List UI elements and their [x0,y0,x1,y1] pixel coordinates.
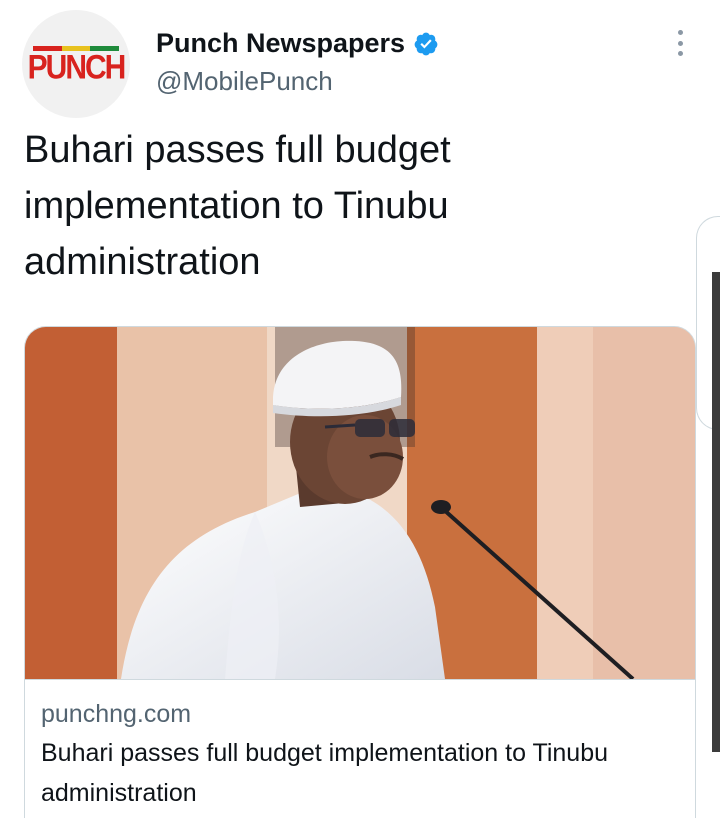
article-photo [25,327,695,679]
card-divider [25,679,695,680]
avatar[interactable]: PUNCH [22,10,130,118]
author-handle[interactable]: @MobilePunch [156,66,333,97]
author-name-row[interactable]: Punch Newspapers [156,28,439,59]
card-domain: punchng.com [41,700,192,728]
scrollbar[interactable] [712,272,720,752]
punch-logo: PUNCH [27,47,127,86]
author-display-name[interactable]: Punch Newspapers [156,28,405,59]
link-card[interactable]: punchng.com Buhari passes full budget im… [24,326,696,818]
card-meta: punchng.com Buhari passes full budget im… [41,697,681,813]
verified-badge-icon [413,31,439,57]
card-title: Buhari passes full budget implementation… [41,739,609,807]
tweet-text: Buhari passes full budget implementation… [24,129,451,283]
more-options-icon[interactable] [668,28,692,58]
